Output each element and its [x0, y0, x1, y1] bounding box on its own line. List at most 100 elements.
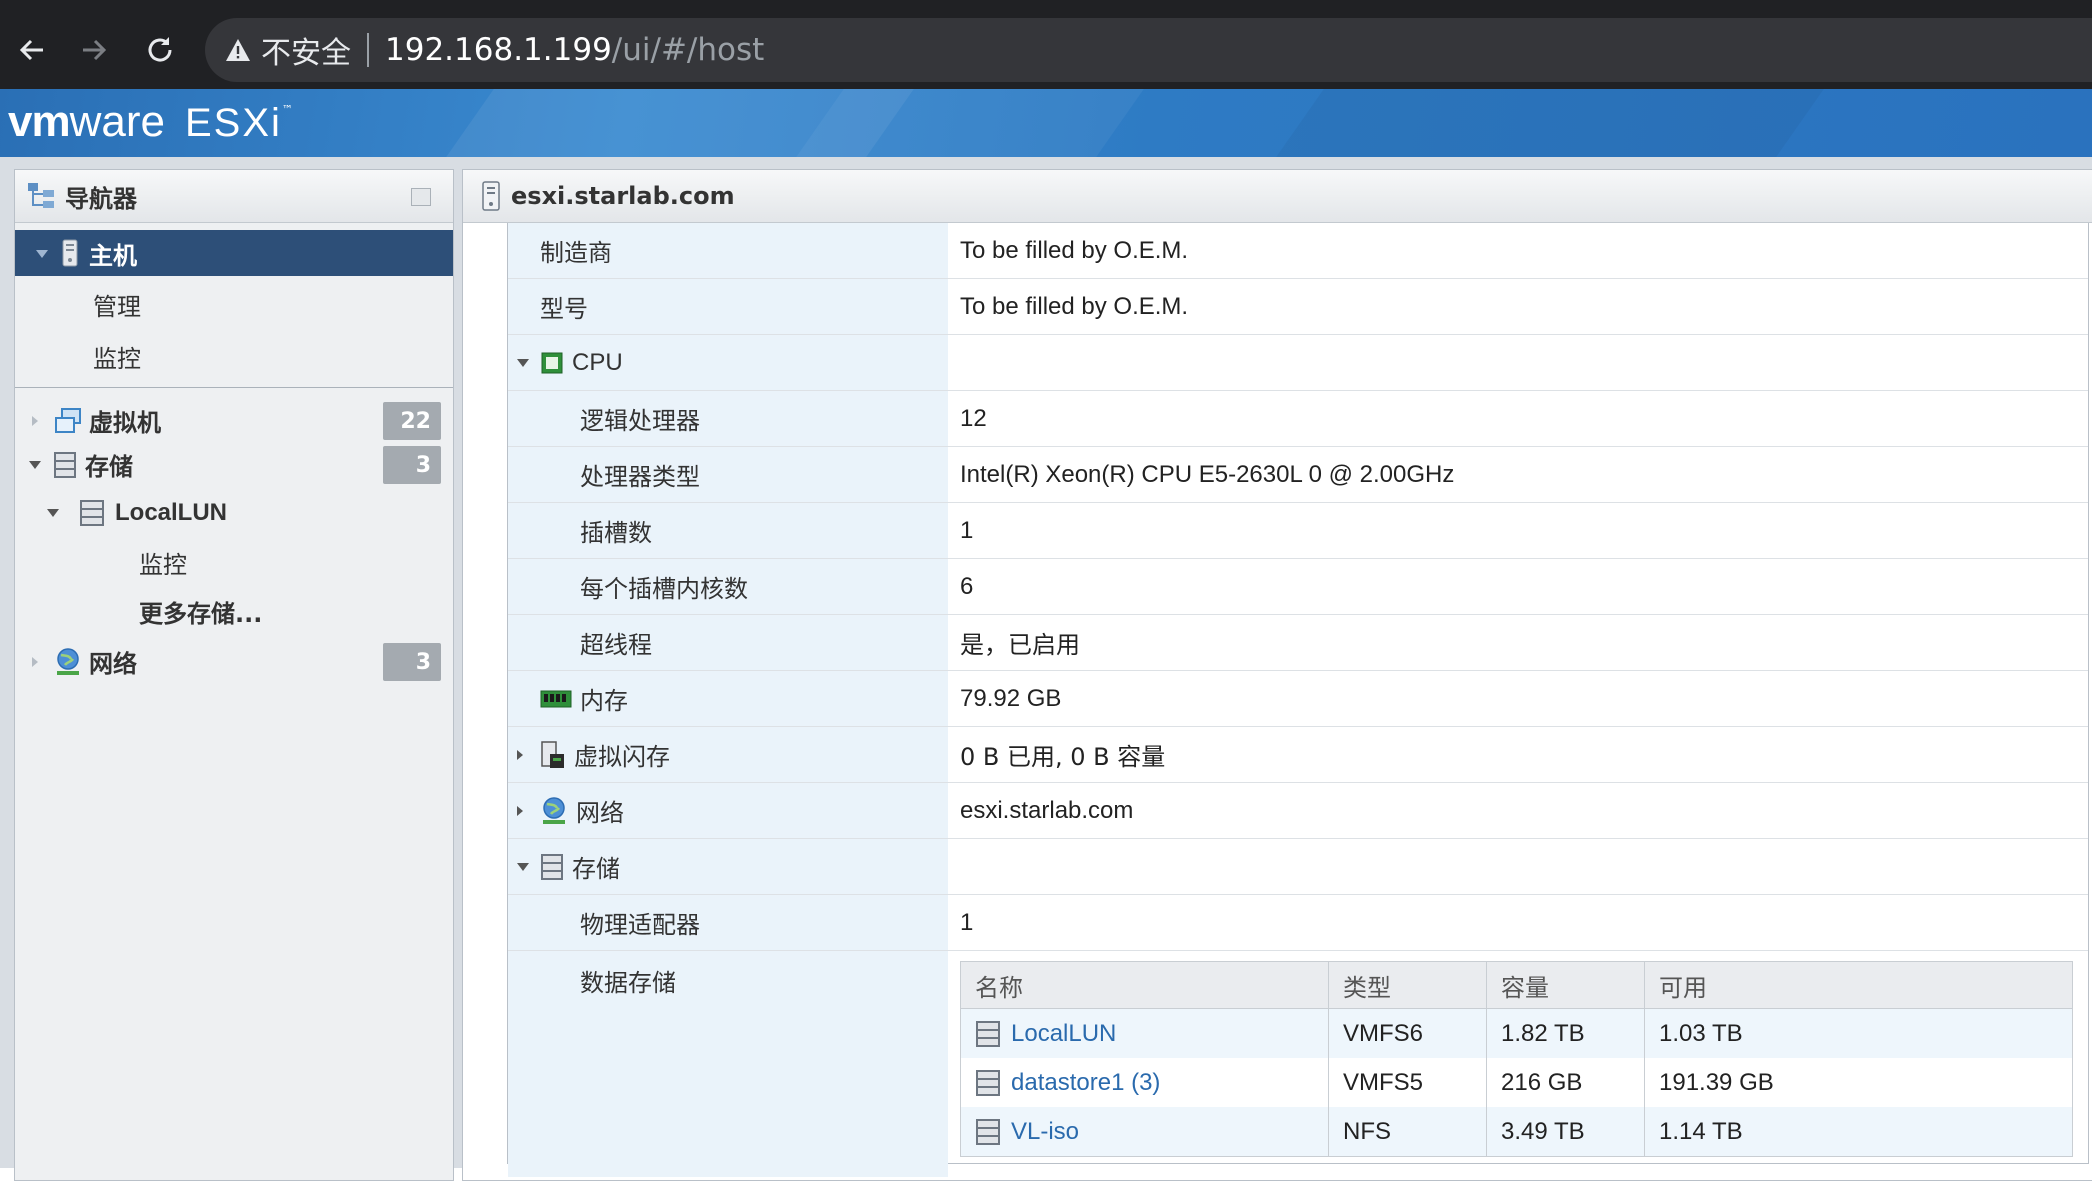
navigator-title: 导航器	[65, 184, 137, 213]
table-header-row: 名称 类型 容量 可用	[960, 961, 2073, 1009]
table-row[interactable]: LocalLUN VMFS6 1.82 TB 1.03 TB	[960, 1008, 2073, 1058]
table-cell: 1.03 TB	[1644, 1008, 2073, 1058]
app-area: 导航器 主机 管理 监控 虚拟机 22 存储 3 LocalLUN 监控 更多存…	[0, 157, 2092, 1181]
host-server-icon	[482, 181, 500, 211]
property-group-cpu[interactable]: CPU	[508, 335, 2088, 391]
property-row-model: 型号 To be filled by O.E.M.	[508, 279, 2088, 335]
property-value: 0 B 已用, 0 B 容量	[960, 743, 1166, 771]
expand-triangle-icon[interactable]	[45, 508, 61, 518]
back-arrow-icon	[19, 39, 43, 61]
collapsed-triangle-icon[interactable]	[27, 415, 43, 427]
datastores-table: 名称 类型 容量 可用 LocalLUN VMFS6 1.82 TB 1.03 …	[960, 961, 2073, 1157]
not-secure-label[interactable]: 不安全	[261, 28, 351, 72]
datastore-icon	[976, 1118, 1000, 1145]
expand-triangle-icon[interactable]	[516, 839, 530, 894]
nav-locallun-label: LocalLUN	[115, 499, 228, 526]
nav-item-networking[interactable]: 网络 3	[15, 639, 453, 684]
nav-item-virtual-machines[interactable]: 虚拟机 22	[15, 398, 453, 443]
virtual-machines-icon	[55, 407, 81, 433]
table-row[interactable]: VL-iso NFS 3.49 TB 1.14 TB	[960, 1107, 2073, 1157]
column-header-name[interactable]: 名称	[960, 961, 1329, 1009]
collapsed-triangle-icon[interactable]	[516, 727, 524, 782]
property-key: 插槽数	[508, 503, 948, 558]
datastore-link[interactable]: VL-iso	[1011, 1118, 1079, 1146]
storage-icon	[54, 451, 76, 478]
property-group-virtual-flash[interactable]: 虚拟闪存 0 B 已用, 0 B 容量	[508, 727, 2088, 783]
nav-item-storage[interactable]: 存储 3	[15, 442, 453, 487]
network-count-badge: 3	[383, 643, 441, 681]
property-key: 逻辑处理器	[508, 391, 948, 446]
nav-item-host[interactable]: 主机	[15, 230, 453, 276]
property-row-cores-per-socket: 每个插槽内核数 6	[508, 559, 2088, 615]
nav-item-manage[interactable]: 管理	[15, 278, 453, 330]
memory-module-icon	[540, 688, 572, 710]
address-bar[interactable]: 不安全 192.168.1.199/ui/#/host	[205, 18, 2092, 82]
property-value: To be filled by O.E.M.	[960, 236, 1189, 264]
back-button[interactable]	[4, 22, 60, 78]
property-value: 是，已启用	[960, 631, 1080, 659]
reload-button[interactable]	[132, 22, 188, 78]
collapse-navigator-button[interactable]	[411, 188, 431, 206]
warning-icon[interactable]	[225, 38, 251, 62]
url-separator	[367, 33, 369, 67]
property-value: 1	[960, 908, 974, 936]
datastore-icon	[976, 1069, 1000, 1096]
property-value: 12	[960, 404, 987, 432]
property-key: 内存	[580, 687, 628, 715]
expand-triangle-icon[interactable]	[516, 335, 530, 390]
reload-icon	[148, 37, 172, 62]
property-value: esxi.starlab.com	[960, 796, 1134, 824]
property-row-datastores: 数据存储 名称 类型 容量 可用 LocalLUN VMFS6 1.82 TB …	[508, 951, 2088, 1177]
nav-item-monitor[interactable]: 监控	[15, 330, 453, 382]
nav-networking-label: 网络	[89, 650, 137, 678]
table-cell: 191.39 GB	[1644, 1058, 2073, 1107]
forward-button[interactable]	[66, 22, 122, 78]
property-row-processor-type: 处理器类型 Intel(R) Xeon(R) CPU E5-2630L 0 @ …	[508, 447, 2088, 503]
property-key: 超线程	[508, 615, 948, 670]
nav-item-more-storage[interactable]: 更多存储...	[15, 587, 453, 635]
table-cell: NFS	[1328, 1107, 1487, 1157]
vm-count-badge: 22	[383, 402, 441, 440]
property-value: Intel(R) Xeon(R) CPU E5-2630L 0 @ 2.00GH…	[960, 460, 1455, 488]
property-value	[948, 335, 2088, 390]
datastore-link[interactable]: LocalLUN	[1011, 1020, 1116, 1048]
property-value	[948, 839, 2088, 894]
nav-storage-label: 存储	[85, 453, 133, 481]
nav-item-locallun-monitor[interactable]: 监控	[15, 537, 453, 587]
property-group-storage[interactable]: 存储	[508, 839, 2088, 895]
table-cell: 1.82 TB	[1486, 1008, 1645, 1058]
forward-arrow-icon	[83, 39, 107, 61]
property-row-physical-adapters: 物理适配器 1	[508, 895, 2088, 951]
table-cell: 216 GB	[1486, 1058, 1645, 1107]
property-row-sockets: 插槽数 1	[508, 503, 2088, 559]
host-name-title: esxi.starlab.com	[511, 182, 735, 210]
datastore-icon	[80, 500, 104, 526]
property-key: 型号	[508, 279, 948, 334]
hardware-properties-table: 制造商 To be filled by O.E.M. 型号 To be fill…	[507, 223, 2089, 1177]
datastore-link[interactable]: datastore1 (3)	[1011, 1069, 1160, 1097]
table-cell: VMFS6	[1328, 1008, 1487, 1058]
column-header-capacity[interactable]: 容量	[1486, 961, 1645, 1009]
property-group-networking[interactable]: 网络 esxi.starlab.com	[508, 783, 2088, 839]
collapsed-triangle-icon[interactable]	[27, 656, 43, 668]
host-server-icon	[62, 239, 78, 267]
property-key: 虚拟闪存	[574, 743, 670, 771]
host-panel-header: esxi.starlab.com	[463, 170, 2092, 223]
vmware-esxi-logo: vm ware ESXi ™	[8, 97, 293, 146]
nav-item-locallun[interactable]: LocalLUN	[15, 489, 453, 537]
browser-toolbar: 不安全 192.168.1.199/ui/#/host	[0, 0, 2092, 89]
property-value: 79.92 GB	[960, 684, 1062, 712]
property-key: 处理器类型	[508, 447, 948, 502]
property-row-hyperthreading: 超线程 是，已启用	[508, 615, 2088, 671]
property-value: 1	[960, 516, 974, 544]
column-header-free[interactable]: 可用	[1644, 961, 2073, 1009]
column-header-type[interactable]: 类型	[1328, 961, 1487, 1009]
property-key: 物理适配器	[508, 895, 948, 950]
network-globe-icon	[540, 796, 568, 826]
expand-triangle-icon[interactable]	[35, 244, 49, 263]
table-cell: 3.49 TB	[1486, 1107, 1645, 1157]
collapsed-triangle-icon[interactable]	[516, 783, 524, 838]
expand-triangle-icon[interactable]	[27, 460, 43, 470]
table-row[interactable]: datastore1 (3) VMFS5 216 GB 191.39 GB	[960, 1058, 2073, 1107]
property-key: 网络	[576, 799, 624, 827]
